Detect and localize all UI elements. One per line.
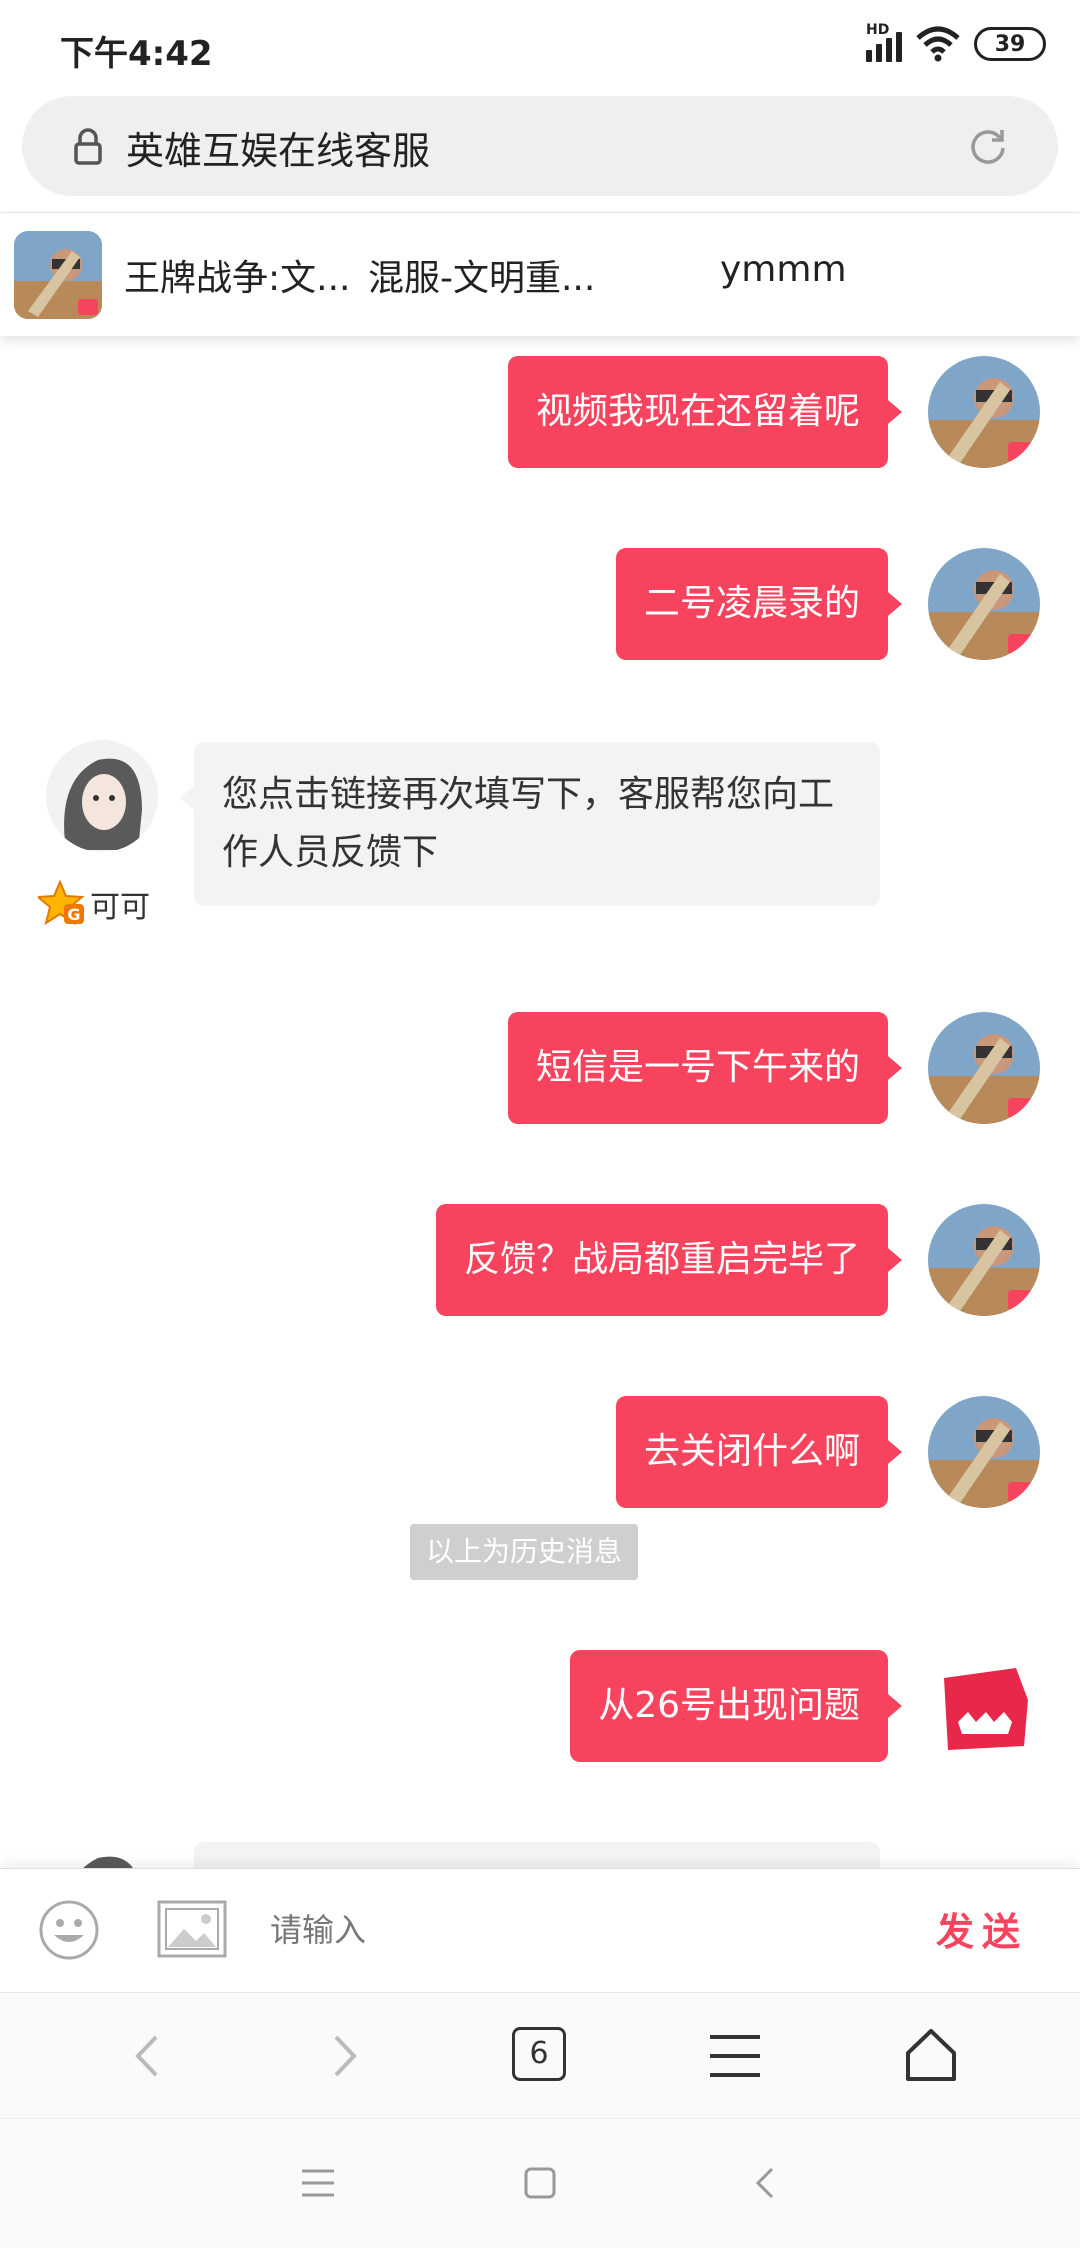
status-bar: 下午4:42 HD 39 bbox=[0, 0, 1080, 96]
back-nav-icon[interactable] bbox=[746, 2163, 786, 2203]
svg-text:G: G bbox=[67, 905, 80, 924]
refresh-icon[interactable] bbox=[966, 124, 1010, 168]
app-logo-avatar bbox=[944, 1668, 1028, 1750]
server-name: 混服-文明重... bbox=[368, 258, 596, 299]
hd-label: HD bbox=[866, 22, 890, 38]
recents-icon[interactable] bbox=[298, 2163, 338, 2203]
message-input[interactable] bbox=[270, 1895, 870, 1965]
forward-icon[interactable] bbox=[310, 2023, 376, 2089]
lock-icon bbox=[74, 128, 102, 165]
emoji-icon[interactable] bbox=[38, 1899, 100, 1961]
message-bubble[interactable]: 反馈？战局都重启完毕了 bbox=[435, 1204, 903, 1316]
image-icon[interactable] bbox=[156, 1899, 228, 1959]
agent-name: G 可可 bbox=[38, 880, 150, 928]
agent-avatar bbox=[46, 740, 158, 852]
menu-icon[interactable] bbox=[702, 2023, 768, 2089]
tabs-button[interactable]: 6 bbox=[512, 2027, 566, 2081]
status-time: 下午4:42 bbox=[60, 34, 213, 74]
input-bar: 发送 bbox=[0, 1868, 1080, 1992]
star-badge-icon: G bbox=[38, 880, 85, 926]
wifi-icon bbox=[916, 26, 960, 62]
player-name: ymmm bbox=[720, 249, 847, 290]
message-bubble[interactable]: 视频我现在还留着呢 bbox=[507, 356, 903, 468]
battery-icon: 39 bbox=[974, 27, 1046, 61]
send-button[interactable]: 发送 bbox=[936, 1901, 1028, 1956]
game-header: 王牌战争:文... 混服-文明重... ymmm bbox=[0, 212, 1080, 336]
message-bubble[interactable]: 二号凌晨录的 bbox=[615, 548, 903, 660]
agent-name-label: 可可 bbox=[90, 890, 150, 925]
user-avatar bbox=[928, 1204, 1040, 1316]
system-nav-bar bbox=[0, 2118, 1080, 2248]
browser-toolbar: 6 bbox=[0, 1992, 1080, 2118]
user-avatar bbox=[928, 1396, 1040, 1508]
home-nav-icon[interactable] bbox=[520, 2163, 560, 2203]
message-bubble[interactable]: 去关闭什么啊 bbox=[615, 1396, 903, 1508]
home-icon[interactable] bbox=[898, 2023, 964, 2089]
signal-icon: HD bbox=[866, 22, 902, 62]
game-name: 王牌战争:文... bbox=[124, 258, 351, 299]
status-icons: HD 39 bbox=[866, 22, 1046, 62]
address-bar[interactable]: 英雄互娱在线客服 bbox=[22, 96, 1058, 196]
user-avatar bbox=[928, 1012, 1040, 1124]
message-bubble[interactable]: 短信是一号下午来的 bbox=[507, 1012, 903, 1124]
page-title: 英雄互娱在线客服 bbox=[126, 129, 431, 173]
history-divider: 以上为历史消息 bbox=[410, 1524, 639, 1580]
user-avatar bbox=[928, 548, 1040, 660]
back-icon[interactable] bbox=[116, 2023, 182, 2089]
user-avatar bbox=[928, 356, 1040, 468]
message-bubble[interactable]: 您点击链接再次填写下，客服帮您向工作人员反馈下 bbox=[180, 742, 880, 906]
game-icon bbox=[14, 231, 102, 319]
message-bubble[interactable]: 从26号出现问题 bbox=[570, 1650, 902, 1762]
